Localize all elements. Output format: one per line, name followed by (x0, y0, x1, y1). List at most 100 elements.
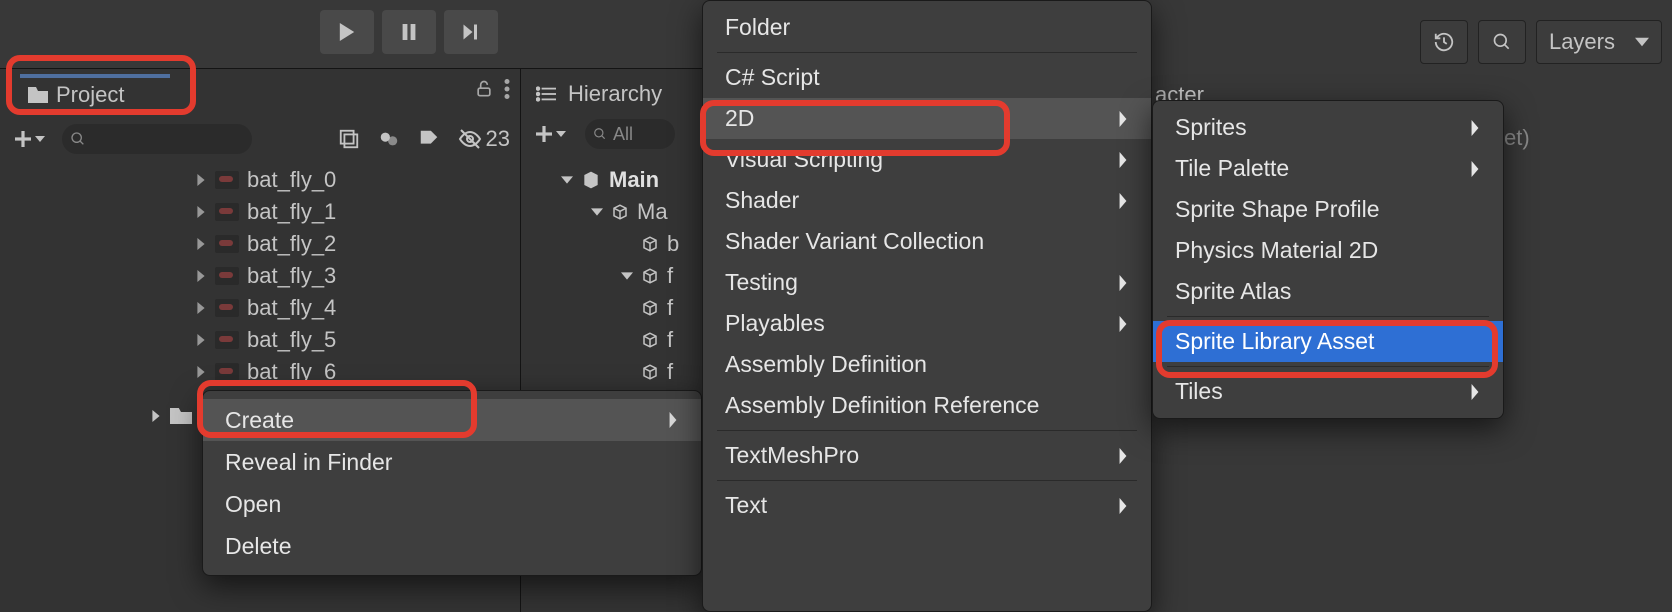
menu-item-label: Text (725, 492, 767, 519)
node-label: f (667, 295, 673, 321)
menu-item[interactable]: Reveal in Finder (203, 441, 701, 483)
menu-item-label: Create (225, 407, 294, 434)
sprite-thumbnail-icon (215, 363, 239, 381)
package-icon[interactable] (338, 128, 360, 150)
kebab-icon[interactable] (504, 79, 510, 99)
menu-item[interactable]: Create (203, 399, 701, 441)
step-button[interactable] (444, 10, 498, 54)
asset-row[interactable]: bat_fly_3 (195, 260, 505, 292)
chevron-right-icon (1117, 275, 1129, 291)
unity-icon (581, 170, 601, 190)
expand-icon (195, 366, 207, 378)
layers-dropdown[interactable]: Layers (1536, 20, 1662, 64)
menu-item[interactable]: Playables (703, 303, 1151, 344)
chevron-right-icon (1117, 498, 1129, 514)
gameobject-icon (641, 299, 659, 317)
menu-item-label: C# Script (725, 64, 820, 91)
label-icon[interactable] (418, 128, 440, 150)
project-tab-label: Project (56, 82, 124, 108)
menu-item-label: Testing (725, 269, 798, 296)
project-tab[interactable]: Project (20, 74, 170, 112)
add-dropdown[interactable] (10, 124, 50, 154)
menu-item[interactable]: C# Script (703, 57, 1151, 98)
menu-item[interactable]: TextMeshPro (703, 435, 1151, 476)
expand-icon (195, 206, 207, 218)
hierarchy-row[interactable]: f (561, 292, 679, 324)
hidden-count-label: 23 (486, 126, 510, 152)
asset-row[interactable]: bat_fly_1 (195, 196, 505, 228)
hierarchy-row[interactable]: f (561, 356, 679, 388)
play-button[interactable] (320, 10, 374, 54)
node-label: f (667, 359, 673, 385)
history-button[interactable] (1420, 20, 1468, 64)
menu-item[interactable]: Shader (703, 180, 1151, 221)
menu-item-label: Sprite Shape Profile (1175, 196, 1380, 223)
expand-icon (195, 174, 207, 186)
node-label: Ma (637, 199, 668, 225)
hierarchy-add-dropdown[interactable] (531, 119, 571, 149)
asset-row[interactable]: bat_fly_4 (195, 292, 505, 324)
menu-item[interactable]: Tiles (1153, 371, 1503, 412)
hierarchy-row[interactable]: f (561, 324, 679, 356)
create-submenu: Folder C# Script 2D Visual Scripting Shader S… (702, 0, 1152, 612)
menu-item[interactable]: 2D (703, 98, 1151, 139)
project-toolbar: 23 (10, 119, 510, 159)
hierarchy-row[interactable]: f (561, 260, 679, 292)
menu-item-label: Playables (725, 310, 825, 337)
menu-item-label: Shader (725, 187, 799, 214)
asset-row[interactable]: bat_fly_5 (195, 324, 505, 356)
gameobject-icon (641, 235, 659, 253)
menu-item[interactable]: Sprite Library Asset (1153, 321, 1503, 362)
hierarchy-row[interactable]: Ma (561, 196, 679, 228)
search-button[interactable] (1478, 20, 1526, 64)
hierarchy-icon (536, 85, 558, 103)
asset-row[interactable]: bat_fly_0 (195, 164, 505, 196)
chevron-right-icon (1469, 384, 1481, 400)
menu-item-label: TextMeshPro (725, 442, 859, 469)
menu-separator (1167, 366, 1489, 367)
menu-item[interactable]: Folder (703, 7, 1151, 48)
asset-list: bat_fly_0 bat_fly_1 bat_fly_2 bat_fly_3 … (195, 164, 505, 388)
project-search-input[interactable] (62, 124, 252, 154)
menu-item[interactable]: Sprite Shape Profile (1153, 189, 1503, 230)
project-context-menu: Create Reveal in Finder OpenDelete (202, 390, 702, 576)
menu-item[interactable]: Testing (703, 262, 1151, 303)
gameobject-icon (641, 267, 659, 285)
scene-row[interactable]: Main (561, 164, 679, 196)
hierarchy-row[interactable]: b (561, 228, 679, 260)
menu-item-label: 2D (725, 105, 754, 132)
hierarchy-search-input[interactable]: All (585, 119, 675, 149)
right-toolbar: Layers (1420, 20, 1662, 64)
asset-label: bat_fly_2 (247, 231, 336, 257)
menu-item[interactable]: Physics Material 2D (1153, 230, 1503, 271)
menu-item[interactable]: Shader Variant Collection (703, 221, 1151, 262)
menu-item-label: Folder (725, 14, 790, 41)
menu-item[interactable]: Sprites (1153, 107, 1503, 148)
folder-icon (28, 87, 48, 103)
menu-item[interactable]: Text (703, 485, 1151, 526)
expand-icon (591, 206, 603, 218)
asset-label: bat_fly_1 (247, 199, 336, 225)
menu-item[interactable]: Sprite Atlas (1153, 271, 1503, 312)
menu-item[interactable]: Assembly Definition (703, 344, 1151, 385)
menu-item[interactable]: Assembly Definition Reference (703, 385, 1151, 426)
lock-icon[interactable] (474, 79, 494, 99)
asset-row[interactable]: bat_fly_2 (195, 228, 505, 260)
asset-label: bat_fly_3 (247, 263, 336, 289)
play-controls (320, 10, 498, 54)
hidden-toggle[interactable]: 23 (458, 126, 510, 152)
gameobject-icon (641, 363, 659, 381)
sprite-thumbnail-icon (215, 267, 239, 285)
menu-item[interactable]: Delete (203, 525, 701, 567)
filter-type-icon[interactable] (378, 128, 400, 150)
node-label: b (667, 231, 679, 257)
menu-item[interactable]: Visual Scripting (703, 139, 1151, 180)
menu-item[interactable]: Tile Palette (1153, 148, 1503, 189)
hierarchy-tab[interactable]: Hierarchy (536, 81, 662, 107)
chevron-right-icon (1117, 316, 1129, 332)
asset-row[interactable]: bat_fly_6 (195, 356, 505, 388)
menu-item-label: Reveal in Finder (225, 449, 392, 476)
menu-item[interactable]: Open (203, 483, 701, 525)
chevron-right-icon (667, 412, 679, 428)
pause-button[interactable] (382, 10, 436, 54)
